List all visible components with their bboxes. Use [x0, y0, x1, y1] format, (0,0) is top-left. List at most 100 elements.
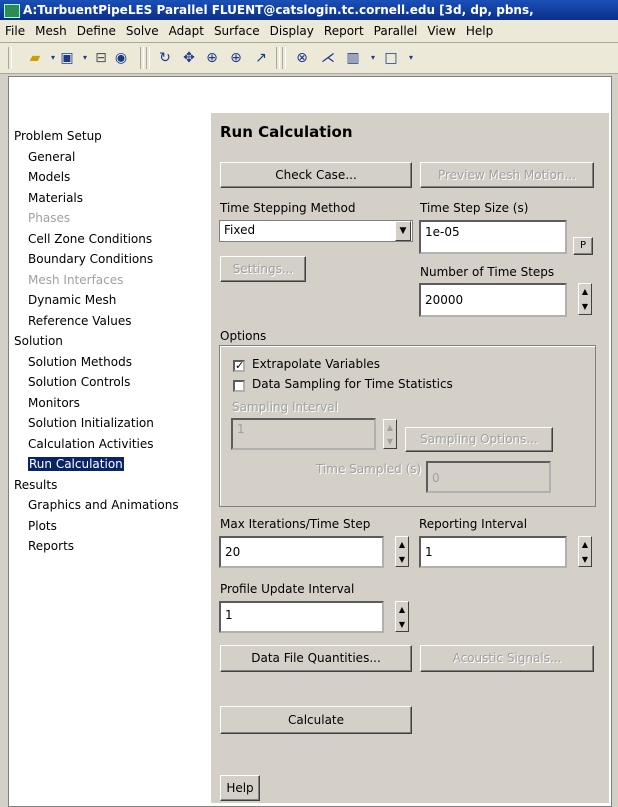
- preview-mesh-motion-button: Preview Mesh Motion...: [420, 162, 594, 188]
- help-icon[interactable]: ◉: [112, 49, 130, 67]
- reporting-interval-input[interactable]: 1: [419, 536, 567, 568]
- tree-section-problem-setup[interactable]: Problem Setup: [14, 126, 204, 147]
- menu-bar: File Mesh Define Solve Adapt Surface Display Re…: [0, 20, 618, 43]
- tree-item-solution-controls[interactable]: Solution Controls: [14, 372, 204, 393]
- sampling-interval-input: 1: [231, 418, 376, 450]
- menu-define[interactable]: Define: [72, 20, 121, 42]
- sampling-options-button: Sampling Options...: [405, 427, 553, 452]
- number-of-time-steps-label: Number of Time Steps: [420, 265, 555, 279]
- tree-item-run-calculation-label: Run Calculation: [28, 457, 124, 471]
- tree-item-cell-zone-conditions[interactable]: Cell Zone Conditions: [14, 229, 204, 250]
- navigation-tree: Problem Setup General Models Materials P…: [14, 126, 204, 557]
- max-iterations-input[interactable]: 20: [219, 536, 384, 568]
- toolbar-separator: [276, 47, 280, 69]
- profile-update-interval-input[interactable]: 1: [219, 601, 384, 633]
- menu-mesh[interactable]: Mesh: [30, 20, 72, 42]
- window-title: A:TurbuentPipeLES Parallel FLUENT@catslo…: [23, 3, 534, 17]
- extrapolate-variables-checkbox[interactable]: ✓: [233, 360, 245, 372]
- spin-down-icon[interactable]: ▼: [396, 552, 408, 567]
- help-button[interactable]: Help: [220, 775, 260, 801]
- spin-up-icon[interactable]: ▲: [396, 602, 408, 617]
- toolbar-separator: [140, 47, 144, 69]
- fluent-app-icon: [4, 4, 20, 18]
- sampling-interval-label: Sampling Interval: [232, 400, 338, 414]
- toolbar-separator: [146, 47, 150, 69]
- menu-solve[interactable]: Solve: [121, 20, 164, 42]
- save-icon[interactable]: ▣: [58, 49, 76, 67]
- parameter-button[interactable]: P: [573, 237, 593, 255]
- layout-icon[interactable]: ▥: [344, 49, 362, 67]
- pan-icon[interactable]: ✥: [180, 49, 198, 67]
- toolbar: ▰ ▾ ▣ ▾ ⊟ ◉ ↻ ✥ ⊕ ⊕ ↗ ⊗ ⋌ ▥ ▾ □ ▾: [0, 43, 618, 74]
- time-sampled-label: Time Sampled (s): [316, 462, 422, 476]
- tree-item-mesh-interfaces: Mesh Interfaces: [28, 272, 124, 287]
- tree-item-models[interactable]: Models: [14, 167, 204, 188]
- menu-view[interactable]: View: [422, 20, 460, 42]
- time-step-size-input[interactable]: 1e-05: [419, 220, 567, 254]
- number-of-time-steps-input[interactable]: 20000: [419, 283, 567, 317]
- data-file-quantities-button[interactable]: Data File Quantities...: [220, 645, 412, 672]
- probe-icon[interactable]: ↗: [252, 49, 270, 67]
- tree-item-plots[interactable]: Plots: [14, 516, 204, 537]
- menu-report[interactable]: Report: [319, 20, 369, 42]
- tree-section-solution[interactable]: Solution: [14, 331, 204, 352]
- number-of-time-steps-stepper[interactable]: ▲ ▼: [578, 283, 592, 315]
- chevron-down-icon[interactable]: ▼: [395, 221, 411, 241]
- tree-item-solution-methods[interactable]: Solution Methods: [14, 352, 204, 373]
- calculate-button[interactable]: Calculate: [220, 706, 412, 734]
- spin-up-icon[interactable]: ▲: [579, 284, 591, 299]
- zoom-to-fit-icon[interactable]: ⊗: [293, 49, 311, 67]
- profile-update-interval-label: Profile Update Interval: [220, 582, 355, 596]
- spin-down-icon[interactable]: ▼: [579, 552, 591, 567]
- zoom-in-icon[interactable]: ⊕: [203, 49, 221, 67]
- sampling-interval-stepper: ▲ ▼: [383, 419, 397, 449]
- check-case-button[interactable]: Check Case...: [220, 162, 412, 188]
- settings-button: Settings...: [220, 256, 306, 282]
- window-icon[interactable]: □: [382, 49, 400, 67]
- reporting-interval-stepper[interactable]: ▲ ▼: [578, 536, 592, 567]
- mesh-icon[interactable]: ⋌: [319, 49, 337, 67]
- time-stepping-method-select[interactable]: Fixed: [219, 220, 413, 242]
- acoustic-signals-button: Acoustic Signals...: [420, 645, 594, 672]
- tree-item-boundary-conditions[interactable]: Boundary Conditions: [14, 249, 204, 270]
- spin-up-icon[interactable]: ▲: [396, 537, 408, 552]
- time-stepping-method-value: Fixed: [224, 223, 256, 237]
- tree-item-dynamic-mesh[interactable]: Dynamic Mesh: [14, 290, 204, 311]
- time-sampled-input: 0: [426, 461, 551, 493]
- max-iterations-label: Max Iterations/Time Step: [220, 517, 371, 531]
- menu-adapt[interactable]: Adapt: [164, 20, 209, 42]
- max-iterations-stepper[interactable]: ▲ ▼: [395, 536, 409, 567]
- spin-down-icon[interactable]: ▼: [579, 299, 591, 314]
- zoom-region-icon[interactable]: ⊕: [227, 49, 245, 67]
- menu-display[interactable]: Display: [265, 20, 319, 42]
- menu-file[interactable]: File: [0, 20, 30, 42]
- tree-item-materials[interactable]: Materials: [14, 188, 204, 209]
- toolbar-grip: [8, 47, 12, 69]
- tree-item-run-calculation[interactable]: Run Calculation: [14, 454, 204, 475]
- window-dropdown-icon[interactable]: ▾: [402, 49, 420, 67]
- layout-dropdown-icon[interactable]: ▾: [364, 49, 382, 67]
- time-stepping-method-label: Time Stepping Method: [220, 201, 356, 215]
- tree-item-reference-values[interactable]: Reference Values: [14, 311, 204, 332]
- tree-item-general[interactable]: General: [14, 147, 204, 168]
- rotate-icon[interactable]: ↻: [156, 49, 174, 67]
- panel-title: Run Calculation: [220, 123, 353, 141]
- data-sampling-checkbox[interactable]: [233, 380, 245, 392]
- menu-surface[interactable]: Surface: [209, 20, 265, 42]
- print-icon[interactable]: ⊟: [92, 49, 110, 67]
- spin-up-icon[interactable]: ▲: [579, 537, 591, 552]
- menu-parallel[interactable]: Parallel: [369, 20, 423, 42]
- tree-section-results[interactable]: Results: [14, 475, 204, 496]
- spin-down-icon[interactable]: ▼: [396, 617, 408, 632]
- menu-help[interactable]: Help: [461, 20, 498, 42]
- tree-item-reports[interactable]: Reports: [14, 536, 204, 557]
- open-folder-icon[interactable]: ▰: [26, 49, 44, 67]
- options-label: Options: [220, 329, 267, 343]
- tree-item-graphics-and-animations[interactable]: Graphics and Animations: [14, 495, 204, 516]
- extrapolate-variables-label: Extrapolate Variables: [252, 357, 381, 371]
- tree-item-solution-initialization[interactable]: Solution Initialization: [14, 413, 204, 434]
- profile-update-interval-stepper[interactable]: ▲ ▼: [395, 601, 409, 632]
- tree-item-monitors[interactable]: Monitors: [14, 393, 204, 414]
- tree-item-calculation-activities[interactable]: Calculation Activities: [14, 434, 204, 455]
- reporting-interval-label: Reporting Interval: [419, 517, 528, 531]
